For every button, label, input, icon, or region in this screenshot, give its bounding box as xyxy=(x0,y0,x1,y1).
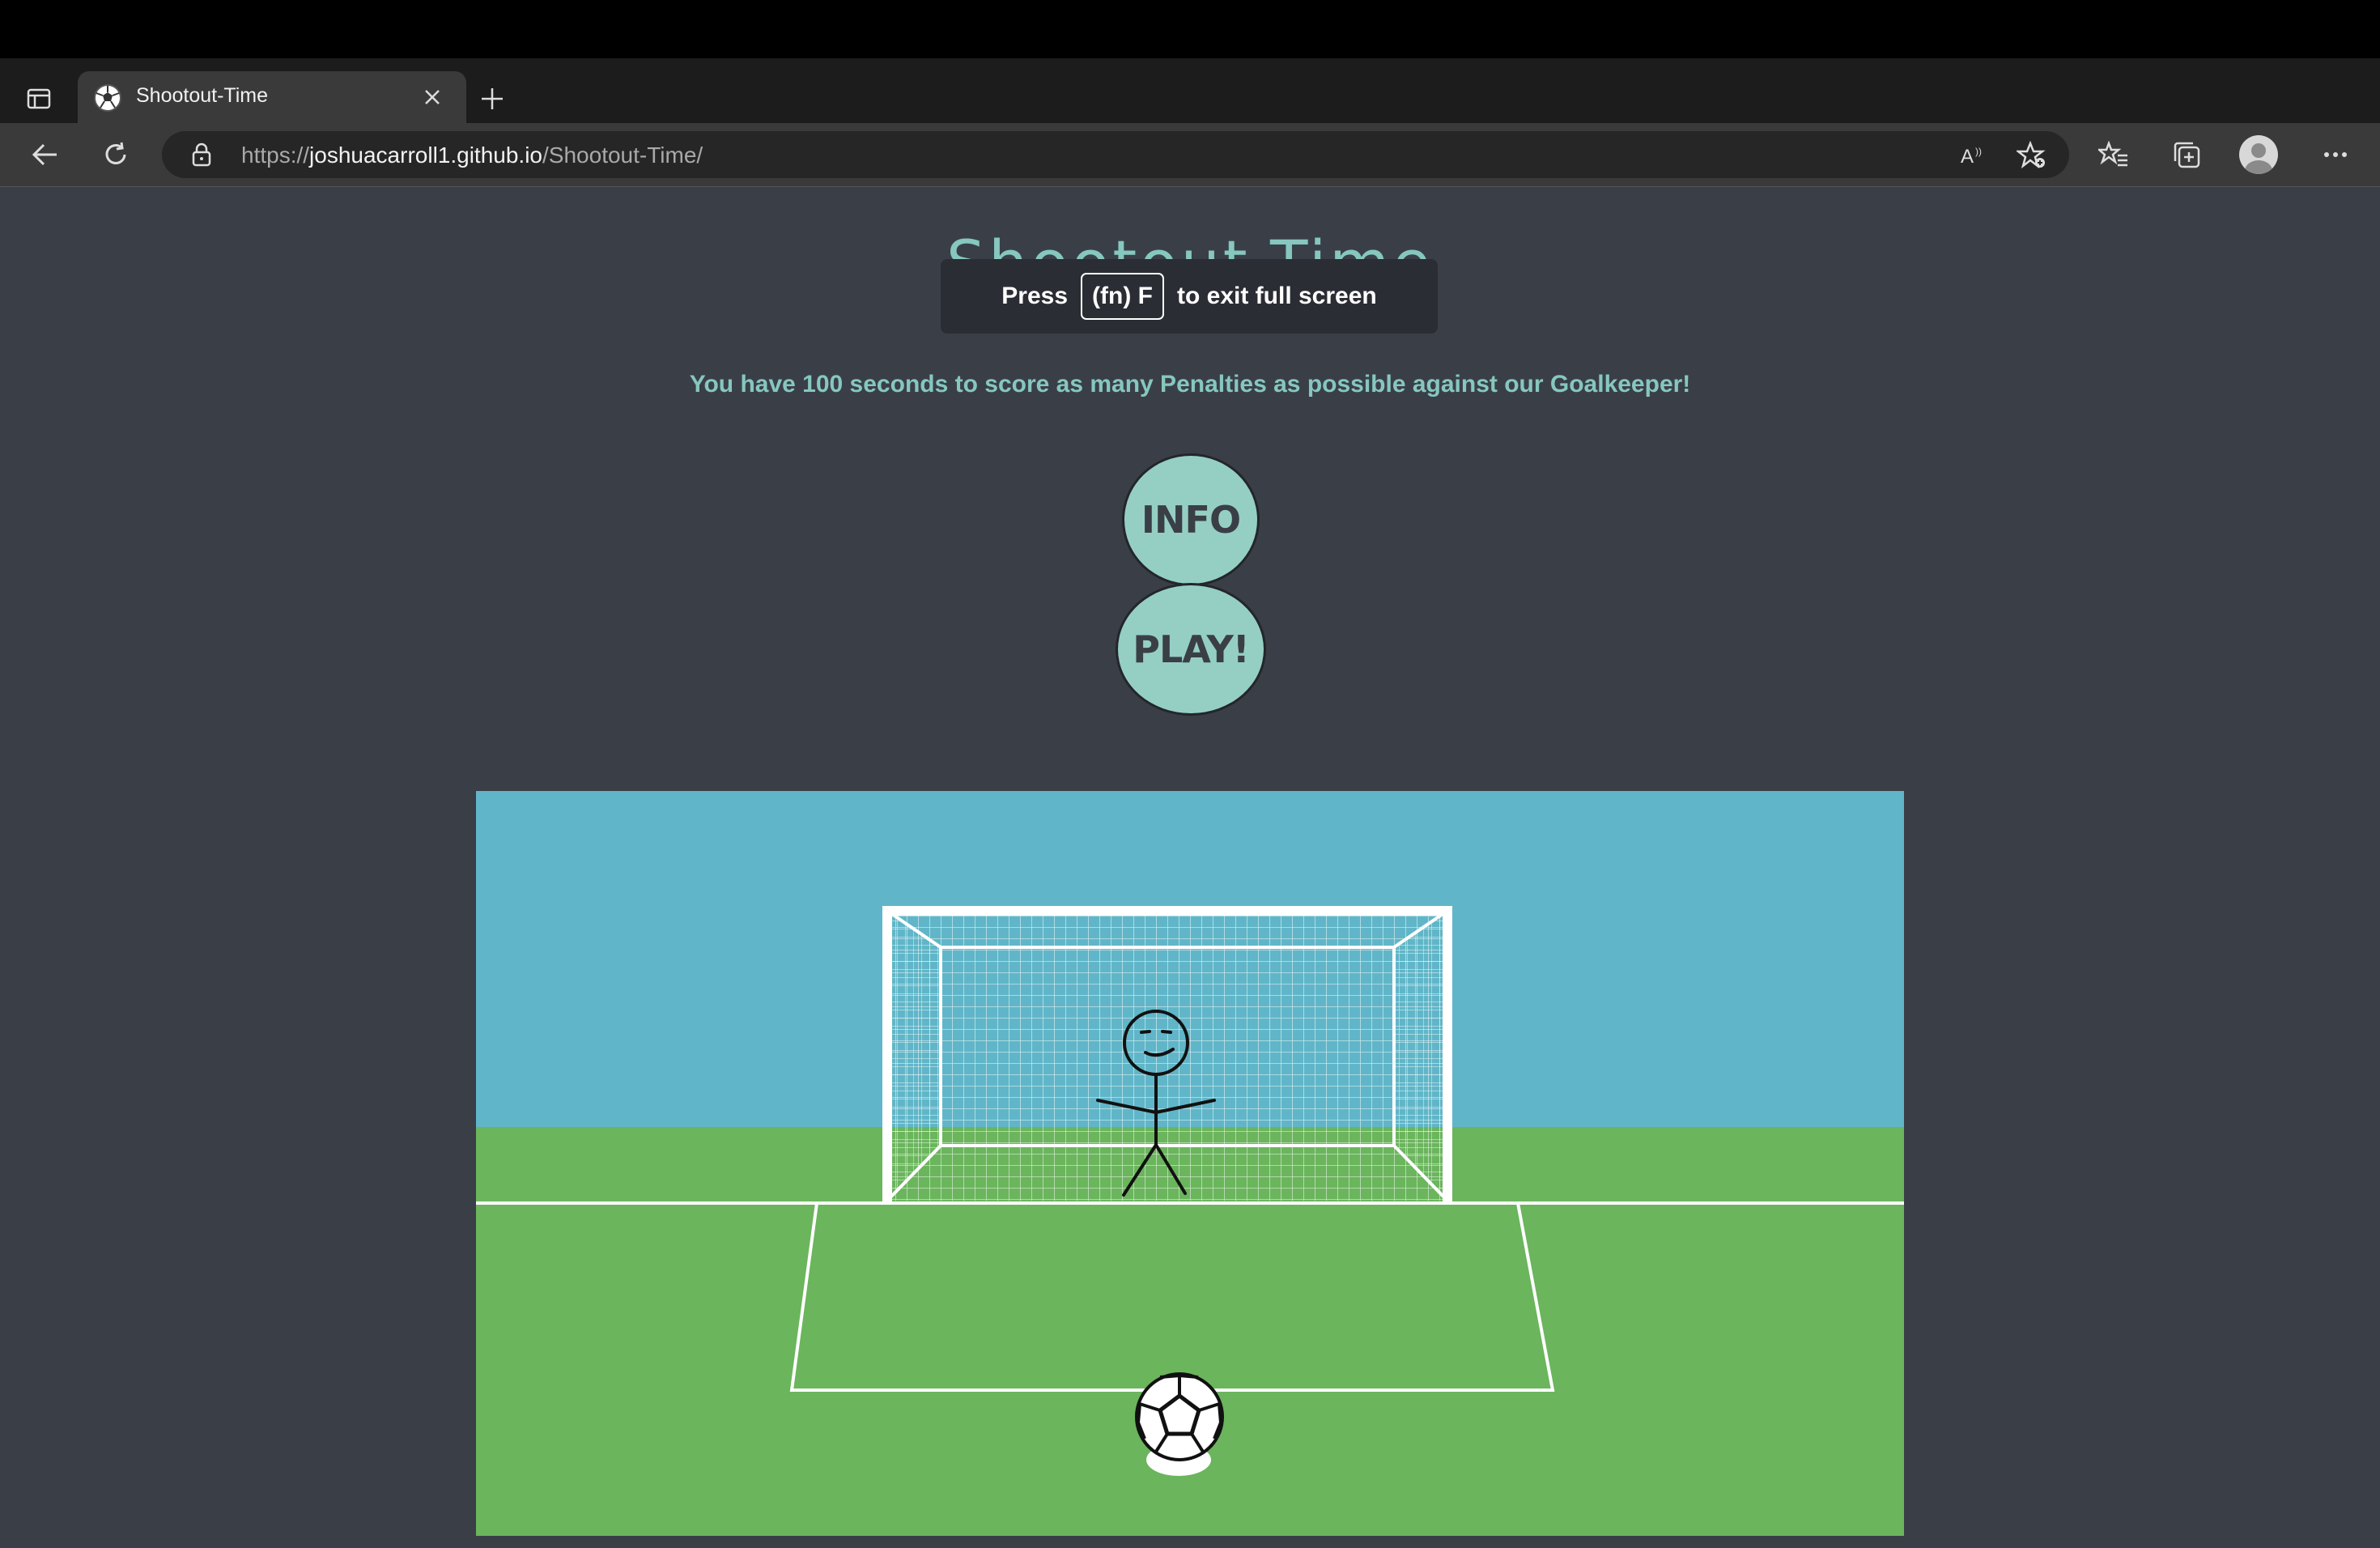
collections-icon[interactable] xyxy=(2166,134,2207,175)
url-text[interactable]: https://joshuacarroll1.github.io/Shootou… xyxy=(241,142,703,168)
tab-shootout-time[interactable]: Shootout-Time xyxy=(78,71,466,123)
tab-title: Shootout-Time xyxy=(136,84,269,107)
tab-actions-icon[interactable] xyxy=(21,81,57,117)
lock-icon[interactable] xyxy=(189,142,214,167)
favorites-icon[interactable] xyxy=(2093,134,2134,175)
svg-text:)): )) xyxy=(1975,146,1982,157)
soccer-ball xyxy=(1135,1372,1224,1476)
fullscreen-key: (fn) F xyxy=(1081,273,1164,320)
add-favorite-icon[interactable] xyxy=(2016,139,2048,172)
fullscreen-notice: Press (fn) F to exit full screen xyxy=(941,259,1438,334)
url-scheme: https:// xyxy=(241,142,310,168)
read-aloud-icon[interactable]: A)) xyxy=(1957,139,1990,172)
game-scene xyxy=(476,791,1904,1536)
scene-illustration xyxy=(476,791,1904,1536)
goal xyxy=(882,906,1452,1202)
soccer-ball-favicon xyxy=(92,83,123,113)
game-instructions: You have 100 seconds to score as many Pe… xyxy=(689,371,1691,398)
url-path: /Shootout-Time/ xyxy=(542,142,703,168)
more-icon[interactable] xyxy=(2315,134,2356,175)
browser-toolbar: https://joshuacarroll1.github.io/Shootou… xyxy=(0,123,2380,187)
info-button[interactable]: INFO xyxy=(1122,453,1260,586)
address-bar[interactable]: https://joshuacarroll1.github.io/Shootou… xyxy=(162,131,2069,178)
back-arrow-icon[interactable] xyxy=(24,134,65,175)
avatar[interactable] xyxy=(2239,135,2278,174)
fullscreen-exit-label: to exit full screen xyxy=(1176,283,1377,309)
play-button[interactable]: PLAY! xyxy=(1116,583,1266,716)
plus-icon[interactable] xyxy=(474,81,510,117)
fullscreen-press-label: Press xyxy=(1001,283,1069,309)
system-bar xyxy=(0,0,2380,58)
url-host: joshuacarroll1.github.io xyxy=(309,142,543,168)
close-icon[interactable] xyxy=(418,83,447,112)
refresh-icon[interactable] xyxy=(96,134,136,175)
svg-text:A: A xyxy=(1961,146,1974,168)
tab-bar: Shootout-Time xyxy=(0,58,2380,123)
